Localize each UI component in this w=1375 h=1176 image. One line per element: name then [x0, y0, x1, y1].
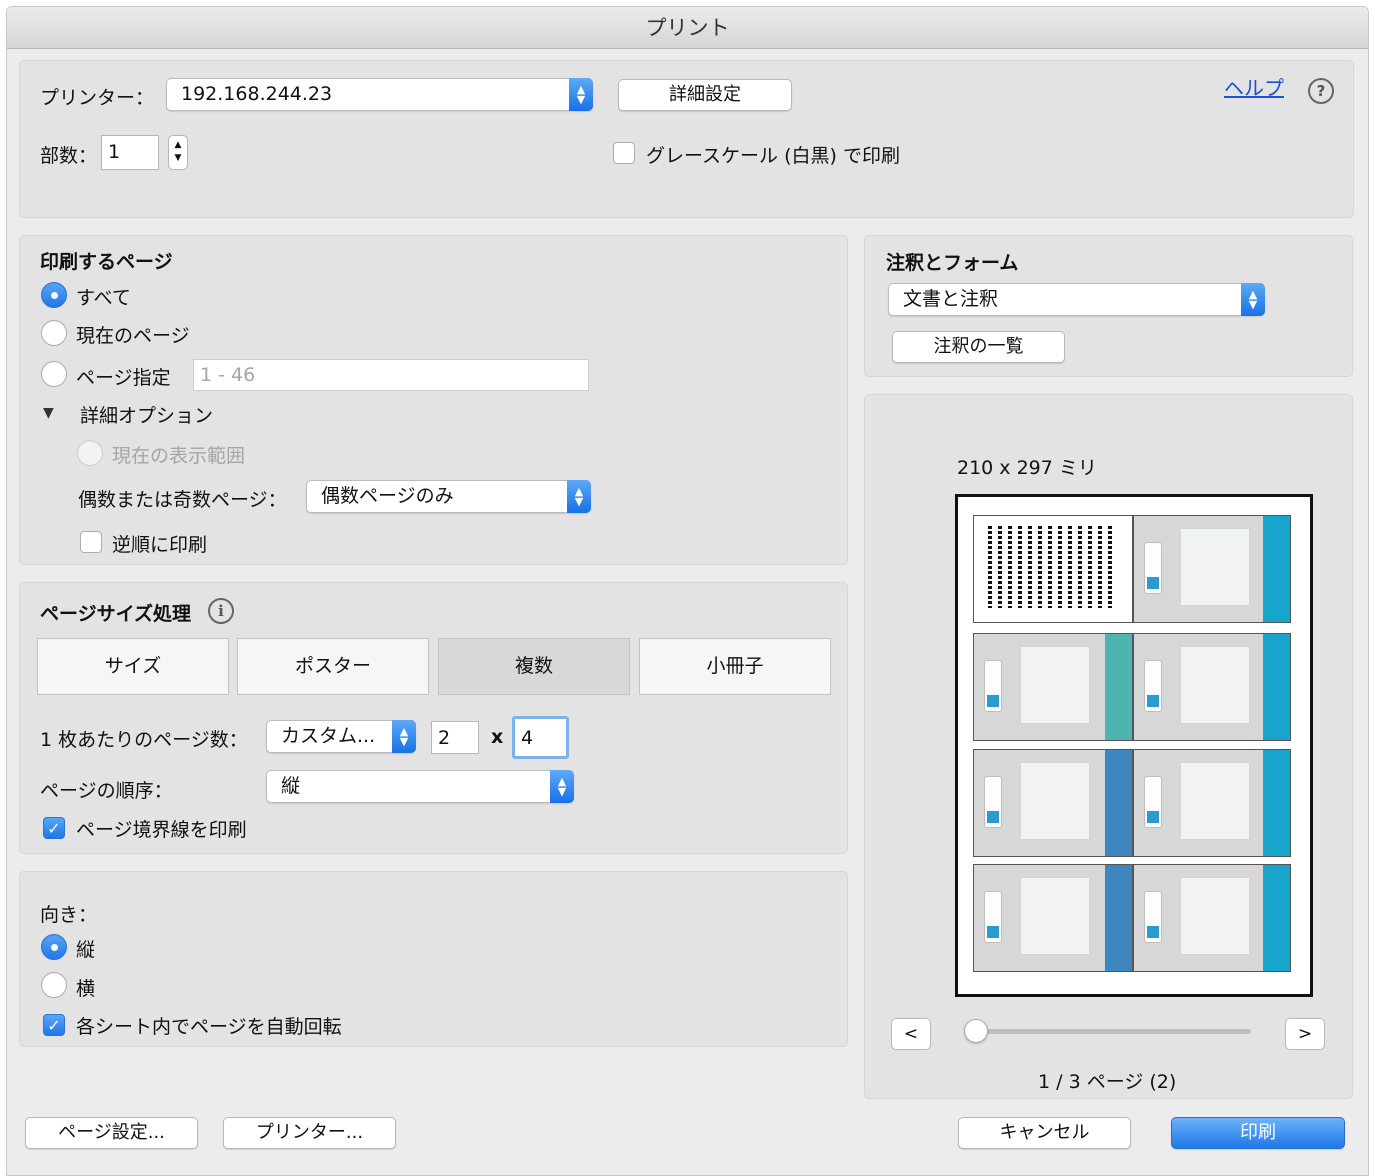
popup-arrows-icon: ▲ ▼ [567, 480, 591, 513]
comments-heading: 注釈とフォーム [886, 252, 1019, 274]
page-order-popup[interactable]: 縦 ▲ ▼ [266, 770, 574, 803]
advanced-settings-button[interactable]: 詳細設定 [618, 79, 792, 111]
pages-heading: 印刷するページ [40, 251, 173, 273]
page-indicator: 1 / 3 ページ (2) [1038, 1071, 1177, 1093]
thumbnail-page [973, 864, 1133, 972]
cancel-button[interactable]: キャンセル [958, 1117, 1131, 1149]
help-icon[interactable]: ? [1308, 78, 1334, 104]
thumbnail-page [1133, 633, 1291, 741]
popup-arrows-icon: ▲ ▼ [1241, 283, 1265, 316]
next-page-button[interactable]: > [1285, 1018, 1325, 1050]
tab-multiple[interactable]: 複数 [438, 638, 630, 695]
info-icon[interactable]: i [208, 598, 234, 624]
comments-popup[interactable]: 文書と注釈 ▲ ▼ [888, 283, 1265, 316]
page-setup-button[interactable]: ページ設定... [25, 1117, 198, 1149]
page-slider-knob[interactable] [964, 1019, 988, 1043]
per-sheet-label: 1 枚あたりのページ数： [40, 729, 248, 751]
thumbnail-text-page [973, 515, 1133, 623]
more-options-label: 詳細オプション [80, 405, 214, 427]
copies-stepper[interactable]: ▲ ▼ [168, 135, 188, 170]
previous-page-button[interactable]: < [891, 1018, 931, 1050]
landscape-label: 横 [76, 978, 96, 1000]
pages-range-radio[interactable] [41, 361, 67, 387]
portrait-label: 縦 [76, 939, 96, 961]
reverse-order-checkbox[interactable] [80, 531, 102, 553]
pages-current-radio[interactable] [41, 320, 67, 346]
sizing-heading: ページサイズ処理 [40, 603, 192, 625]
thumbnail-page [1133, 515, 1291, 623]
help-link[interactable]: ヘルプ [1224, 72, 1284, 101]
popup-arrows-icon: ▲ ▼ [569, 78, 593, 111]
copies-label: 部数： [40, 145, 98, 167]
times-label: x [491, 726, 504, 748]
printer-popup[interactable]: 192.168.244.23 ▲ ▼ [166, 78, 593, 111]
tab-booklet[interactable]: 小冊子 [639, 638, 831, 695]
popup-arrows-icon: ▲ ▼ [550, 770, 574, 803]
printer-button[interactable]: プリンター... [223, 1117, 396, 1149]
comments-value: 文書と注釈 [903, 288, 999, 310]
page-slider-track[interactable] [975, 1029, 1251, 1034]
tab-poster[interactable]: ポスター [237, 638, 429, 695]
print-button[interactable]: 印刷 [1171, 1117, 1345, 1149]
columns-input[interactable]: 2 [431, 721, 479, 754]
summarize-comments-button[interactable]: 注釈の一覧 [892, 331, 1065, 363]
per-sheet-popup[interactable]: カスタム... ▲ ▼ [266, 720, 416, 753]
printer-value: 192.168.244.23 [181, 83, 333, 105]
per-sheet-value: カスタム... [281, 725, 376, 747]
auto-rotate-checkbox[interactable]: ✓ [43, 1014, 65, 1036]
thumbnail-page [1133, 749, 1291, 857]
page-order-label: ページの順序： [40, 780, 173, 802]
pages-range-label: ページ指定 [76, 367, 171, 389]
grayscale-checkbox[interactable] [613, 142, 635, 164]
thumbnail-page [1133, 864, 1291, 972]
odd-even-popup[interactable]: 偶数ページのみ ▲ ▼ [306, 480, 591, 513]
reverse-order-label: 逆順に印刷 [112, 534, 208, 556]
current-view-label: 現在の表示範囲 [112, 445, 246, 467]
portrait-radio[interactable] [41, 934, 67, 960]
print-border-checkbox[interactable]: ✓ [43, 817, 65, 839]
orientation-label: 向き： [40, 904, 98, 926]
landscape-radio[interactable] [41, 972, 67, 998]
thumbnail-page [973, 749, 1133, 857]
disclosure-triangle-icon[interactable]: ▼ [43, 405, 54, 421]
thumbnail-page [973, 633, 1133, 741]
printer-label: プリンター： [40, 87, 155, 109]
auto-rotate-label: 各シート内でページを自動回転 [76, 1016, 342, 1038]
odd-even-label: 偶数または奇数ページ： [78, 489, 287, 511]
copies-input[interactable]: 1 [101, 135, 159, 170]
pages-current-label: 現在のページ [76, 325, 190, 347]
popup-arrows-icon: ▲ ▼ [392, 720, 416, 753]
print-border-label: ページ境界線を印刷 [76, 819, 247, 841]
rows-input[interactable]: 4 [512, 716, 569, 759]
odd-even-value: 偶数ページのみ [321, 485, 454, 507]
paper-size-label: 210 x 297 ミリ [957, 457, 1097, 479]
tab-size[interactable]: サイズ [37, 638, 229, 695]
pages-all-radio[interactable] [41, 282, 67, 308]
window-title: プリント [7, 7, 1368, 49]
pages-panel [19, 235, 848, 565]
current-view-radio[interactable] [77, 440, 103, 466]
pages-all-label: すべて [76, 287, 131, 309]
grayscale-label: グレースケール (白黒) で印刷 [646, 145, 900, 167]
page-order-value: 縦 [281, 775, 301, 797]
page-range-input[interactable]: 1 - 46 [193, 359, 589, 391]
